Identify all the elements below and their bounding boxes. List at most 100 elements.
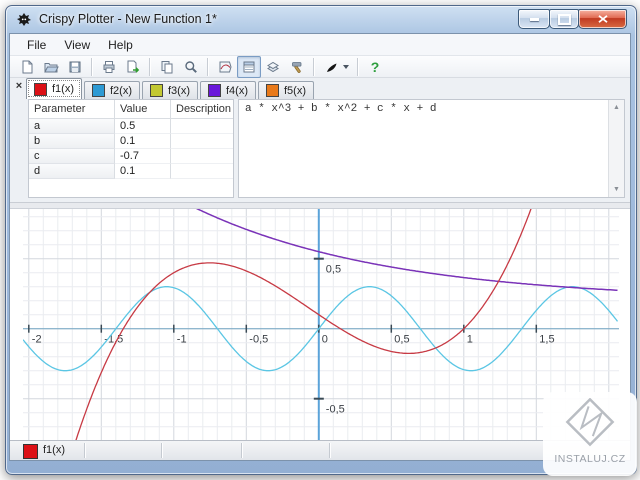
grid-layers-icon [267, 61, 279, 72]
grid-layers-button[interactable] [261, 56, 285, 78]
app-icon[interactable] [16, 12, 32, 28]
scroll-down-icon[interactable]: ▼ [609, 182, 624, 197]
parameter-table: Parameter Value Description a 0.5 b 0.1 [28, 99, 234, 198]
param-name-cell[interactable]: b [29, 134, 115, 149]
plot-preview-icon [219, 61, 232, 72]
function-list-button[interactable] [237, 55, 261, 78]
new-document-button[interactable] [15, 56, 39, 78]
magnifier-icon [185, 60, 197, 73]
watermark-text: INSTALUJ.CZ [554, 453, 626, 465]
tab-f5-color-swatch [266, 84, 279, 97]
close-panel-button[interactable]: × [13, 81, 25, 93]
toolbar-separator [149, 57, 151, 76]
save-button[interactable] [63, 56, 87, 78]
param-value-cell[interactable]: -0.7 [115, 149, 171, 164]
status-divider [161, 443, 163, 458]
close-icon [597, 15, 608, 23]
status-function-color-swatch [23, 444, 38, 459]
tab-f5[interactable]: f5(x) [258, 81, 314, 99]
print-button[interactable] [97, 56, 121, 78]
table-row: c -0.7 [29, 149, 233, 164]
plot-svg[interactable]: -2 -1,5 -1 -0,5 0 0,5 1 1,50,5-0,5 [23, 209, 619, 440]
formula-scrollbar[interactable]: ▲ ▼ [608, 100, 624, 197]
toolbar: ? [10, 55, 630, 78]
tab-f1-color-swatch [34, 82, 47, 96]
close-button[interactable] [578, 9, 627, 29]
print-icon [103, 60, 115, 73]
menu-view[interactable]: View [55, 36, 99, 54]
param-desc-cell[interactable] [171, 134, 233, 149]
tab-f1-label: f1(x) [52, 83, 74, 95]
hammer-icon [292, 61, 302, 73]
plot-preview-button[interactable] [213, 56, 237, 78]
toolbar-separator [357, 57, 359, 76]
header-value[interactable]: Value [115, 100, 171, 118]
tab-f2[interactable]: f2(x) [84, 81, 140, 99]
param-value-cell[interactable]: 0.1 [115, 164, 171, 179]
help-icon: ? [370, 58, 380, 75]
minimize-icon [529, 17, 539, 21]
watermark: INSTALUJ.CZ [543, 392, 637, 476]
formula-editor: a * x^3 + b * x^2 + c * x + d ▲ ▼ [238, 99, 625, 198]
pen-color-button[interactable] [319, 56, 353, 78]
export-image-button[interactable] [121, 56, 145, 78]
tab-f3-color-swatch [150, 84, 163, 97]
svg-text:1,5: 1,5 [539, 334, 554, 346]
param-desc-cell[interactable] [171, 149, 233, 164]
header-description[interactable]: Description [171, 100, 233, 118]
status-function-label: f1(x) [43, 444, 65, 456]
tab-f4[interactable]: f4(x) [200, 81, 256, 99]
status-divider [84, 443, 86, 458]
param-name-cell[interactable]: c [29, 149, 115, 164]
panel-content: Parameter Value Description a 0.5 b 0.1 [26, 99, 627, 199]
param-desc-cell[interactable] [171, 164, 233, 179]
param-value-cell[interactable]: 0.5 [115, 119, 171, 134]
svg-text:-1: -1 [177, 334, 187, 346]
export-image-icon [127, 60, 140, 73]
pen-color-icon [326, 63, 336, 72]
tab-f1[interactable]: f1(x) [26, 78, 82, 99]
instaluj-logo-icon [565, 397, 615, 447]
param-name-cell[interactable]: a [29, 119, 115, 134]
tab-f4-color-swatch [208, 84, 221, 97]
title-bar[interactable]: Crispy Plotter - New Function 1* [6, 6, 636, 33]
zoom-button[interactable] [179, 56, 203, 78]
tab-f4-label: f4(x) [226, 84, 248, 97]
tab-f2-label: f2(x) [110, 84, 132, 97]
help-button[interactable]: ? [363, 56, 387, 78]
header-parameter[interactable]: Parameter [29, 100, 115, 118]
open-file-button[interactable] [39, 56, 63, 78]
status-divider [241, 443, 243, 458]
toolbar-separator [207, 57, 209, 76]
table-header-row: Parameter Value Description [29, 100, 233, 119]
dropdown-caret-icon [342, 64, 349, 69]
toolbar-separator [313, 57, 315, 76]
scroll-up-icon[interactable]: ▲ [609, 100, 624, 115]
horizontal-splitter[interactable] [10, 202, 630, 209]
param-desc-cell[interactable] [171, 119, 233, 134]
tab-f3-label: f3(x) [168, 84, 190, 97]
copy-icon [161, 60, 173, 73]
minimize-button[interactable] [518, 9, 550, 29]
svg-text:0,5: 0,5 [394, 334, 409, 346]
copy-button[interactable] [155, 56, 179, 78]
status-divider [329, 443, 331, 458]
window-title: Crispy Plotter - New Function 1* [39, 12, 217, 26]
param-value-cell[interactable]: 0.1 [115, 134, 171, 149]
param-name-cell[interactable]: d [29, 164, 115, 179]
menu-help[interactable]: Help [99, 36, 142, 54]
new-document-icon [22, 60, 33, 73]
svg-text:-2: -2 [32, 334, 42, 346]
table-row: d 0.1 [29, 164, 233, 179]
status-bar: f1(x) [10, 440, 630, 460]
svg-text:-0,5: -0,5 [326, 404, 345, 416]
formula-input[interactable]: a * x^3 + b * x^2 + c * x + d [239, 100, 608, 197]
open-folder-icon [44, 62, 59, 72]
svg-text:-0,5: -0,5 [249, 334, 268, 346]
maximize-button[interactable] [549, 9, 579, 29]
tab-f3[interactable]: f3(x) [142, 81, 198, 99]
svg-text:0: 0 [322, 334, 328, 346]
tools-button[interactable] [285, 56, 309, 78]
menu-file[interactable]: File [18, 36, 55, 54]
plot-area[interactable]: -2 -1,5 -1 -0,5 0 0,5 1 1,5 0,5 -0,5 [10, 209, 630, 440]
